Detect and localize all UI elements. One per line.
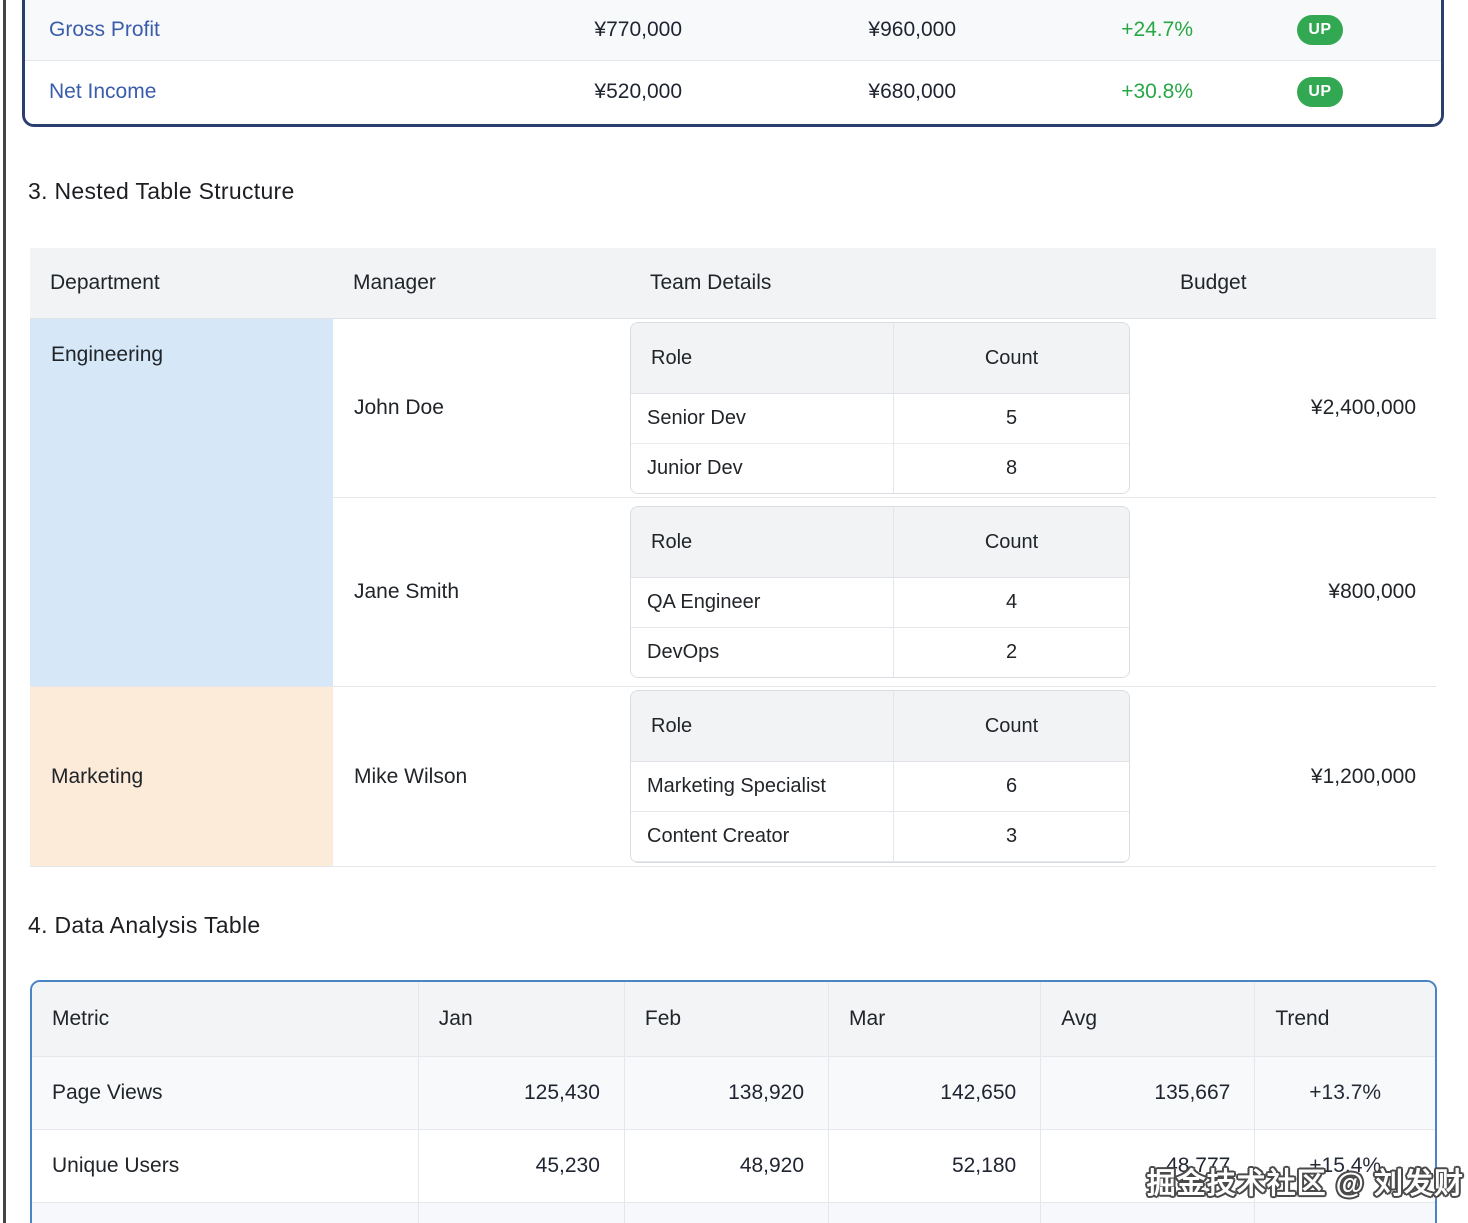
current-value: ¥770,000 [443,0,688,60]
column-header-metric: Metric [32,982,418,1057]
team-details-cell: Role Count Marketing Specialist 6 [630,687,1160,867]
role-cell: Junior Dev [631,444,894,494]
column-header-jan: Jan [418,982,624,1057]
team-details-cell: Role Count Senior Dev 5 [630,319,1160,498]
page-left-border [3,0,6,1223]
role-header: Role [631,507,894,578]
up-badge: UP [1297,15,1343,45]
change-percent: +30.8% [962,60,1199,124]
mar-value [829,1203,1041,1223]
count-header: Count [894,691,1130,762]
table-row: Page Views 125,430 138,920 142,650 135,6… [32,1057,1435,1130]
section-heading-nested-table: 3. Nested Table Structure [28,178,295,205]
header-row: Department Manager Team Details Budget [30,248,1436,319]
change-percent: +24.7% [962,0,1199,60]
role-header: Role [631,691,894,762]
team-row: QA Engineer 4 [631,578,1129,628]
team-row: Marketing Specialist 6 [631,762,1129,812]
nested-structure-table: Department Manager Team Details Budget E… [30,248,1436,867]
feb-value: 48,920 [624,1130,828,1203]
previous-value: ¥960,000 [688,0,962,60]
department-cell-engineering: Engineering [30,319,333,687]
page: Gross Profit ¥770,000 ¥960,000 +24.7% UP… [0,0,1468,1223]
table-row: Gross Profit ¥770,000 ¥960,000 +24.7% UP [25,0,1441,60]
count-header: Count [894,323,1130,394]
metric-label: Net Income [25,60,443,124]
section-heading-data-analysis: 4. Data Analysis Table [28,912,260,939]
team-table: Role Count QA Engineer 4 [630,506,1130,678]
count-header: Count [894,507,1130,578]
count-cell: 3 [894,812,1130,862]
table-row: Marketing Mike Wilson Role Count [30,687,1436,867]
up-badge: UP [1297,77,1343,107]
budget-cell: ¥2,400,000 [1160,319,1436,498]
metric-cell: Page Views [32,1057,418,1130]
team-table: Role Count Senior Dev 5 [630,322,1130,494]
avg-value: 135,667 [1041,1057,1255,1130]
count-cell: 8 [894,444,1130,494]
budget-cell: ¥800,000 [1160,498,1436,687]
watermark: 掘金技术社区 @ 刘发财 [1147,1160,1464,1202]
financial-table: Gross Profit ¥770,000 ¥960,000 +24.7% UP… [25,0,1441,124]
team-header-row: Role Count [631,507,1129,578]
column-header-budget: Budget [1160,248,1436,319]
team-row: DevOps 2 [631,628,1129,678]
status-cell: UP [1199,0,1441,60]
table-row: Net Income ¥520,000 ¥680,000 +30.8% UP [25,60,1441,124]
team-header-row: Role Count [631,323,1129,394]
manager-cell: Jane Smith [333,498,630,687]
count-cell: 2 [894,628,1130,678]
column-header-manager: Manager [333,248,630,319]
metric-label: Gross Profit [25,0,443,60]
column-header-avg: Avg [1041,982,1255,1057]
mar-value: 142,650 [829,1057,1041,1130]
team-header-row: Role Count [631,691,1129,762]
mar-value: 52,180 [829,1130,1041,1203]
column-header-feb: Feb [624,982,828,1057]
count-cell: 6 [894,762,1130,812]
team-row: Senior Dev 5 [631,394,1129,444]
count-cell: 5 [894,394,1130,444]
role-cell: DevOps [631,628,894,678]
manager-cell: John Doe [333,319,630,498]
column-header-department: Department [30,248,333,319]
column-header-trend: Trend [1255,982,1435,1057]
role-cell: QA Engineer [631,578,894,628]
role-cell: Marketing Specialist [631,762,894,812]
metric-cell [32,1203,418,1223]
team-details-cell: Role Count QA Engineer 4 [630,498,1160,687]
avg-value [1041,1203,1255,1223]
table-row-partial [32,1203,1435,1223]
department-table: Department Manager Team Details Budget E… [30,248,1436,867]
count-cell: 4 [894,578,1130,628]
team-table: Role Count Marketing Specialist 6 [630,690,1130,863]
header-row: Metric Jan Feb Mar Avg Trend [32,982,1435,1057]
jan-value: 45,230 [418,1130,624,1203]
column-header-mar: Mar [829,982,1041,1057]
trend-value [1255,1203,1435,1223]
previous-value: ¥680,000 [688,60,962,124]
column-header-team: Team Details [630,248,1160,319]
current-value: ¥520,000 [443,60,688,124]
jan-value: 125,430 [418,1057,624,1130]
financial-summary-table: Gross Profit ¥770,000 ¥960,000 +24.7% UP… [22,0,1444,127]
role-header: Role [631,323,894,394]
table-row: Engineering John Doe Role Count [30,319,1436,498]
role-cell: Senior Dev [631,394,894,444]
metric-cell: Unique Users [32,1130,418,1203]
budget-cell: ¥1,200,000 [1160,687,1436,867]
role-cell: Content Creator [631,812,894,862]
status-cell: UP [1199,60,1441,124]
feb-value: 138,920 [624,1057,828,1130]
team-row: Junior Dev 8 [631,444,1129,494]
team-row: Content Creator 3 [631,812,1129,862]
manager-cell: Mike Wilson [333,687,630,867]
department-cell-marketing: Marketing [30,687,333,867]
feb-value [624,1203,828,1223]
jan-value [418,1203,624,1223]
trend-value: +13.7% [1255,1057,1435,1130]
